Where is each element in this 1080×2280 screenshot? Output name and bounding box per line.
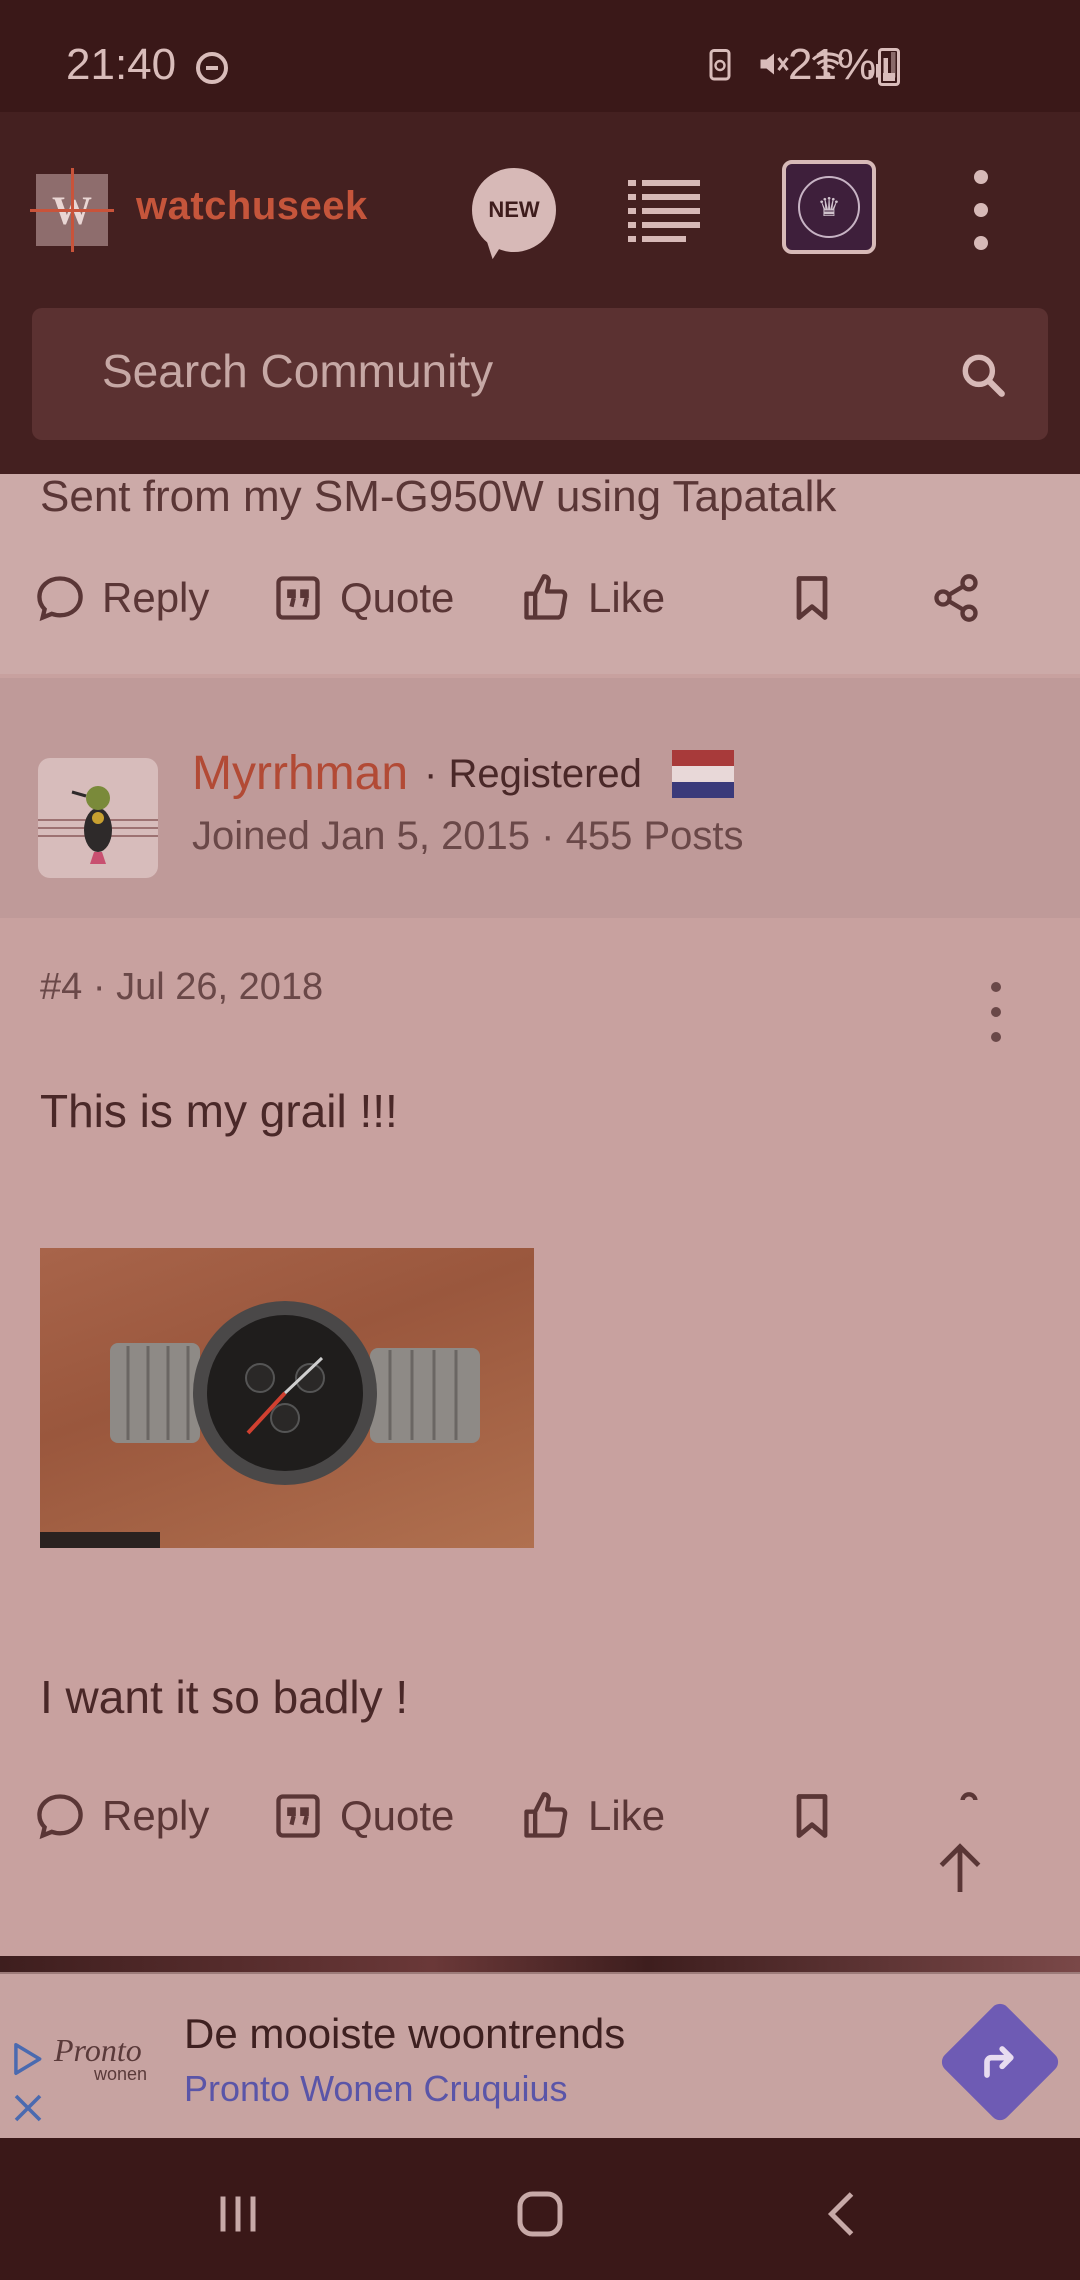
ad-brand-sub: wonen (94, 2064, 148, 2084)
post-actions: Reply Quote Like (0, 550, 1080, 650)
reply-button[interactable]: Reply (34, 1790, 209, 1842)
quote-label: Quote (340, 574, 455, 621)
share-icon (934, 574, 978, 622)
post-date: Jul 26, 2018 (116, 966, 324, 1008)
new-posts-button[interactable]: NEW (472, 168, 556, 252)
post-text: I want it so badly ! (40, 1671, 409, 1723)
dot (974, 236, 988, 250)
ad-choices-icon[interactable] (8, 2040, 46, 2078)
arrow-up-icon (939, 1843, 981, 1892)
lion-crest-icon: ♛ (798, 176, 860, 238)
share-button[interactable] (930, 572, 982, 624)
quote-icon (276, 576, 320, 620)
home-icon[interactable] (510, 2184, 570, 2244)
author-meta: Joined Jan 5, 2015 · 455 Posts (192, 814, 744, 858)
reply-button[interactable]: Reply (34, 572, 209, 624)
quote-label: Quote (340, 1792, 455, 1839)
battery-percent: 21% (788, 40, 877, 89)
back-icon[interactable] (814, 2184, 874, 2244)
battery-saver-icon (709, 49, 731, 81)
post-meta: #4 · Jul 26, 2018 (40, 966, 324, 1008)
like-button[interactable]: Like (520, 1790, 665, 1842)
dot (974, 170, 988, 184)
dot (991, 1032, 1001, 1042)
like-label: Like (588, 574, 666, 621)
scroll-to-top-button[interactable] (906, 1800, 1014, 1936)
ad-banner[interactable]: Pronto wonen De mooiste woontrends Pront… (0, 1972, 1080, 2138)
quote-button[interactable]: Quote (272, 572, 454, 624)
recents-icon[interactable] (208, 2184, 268, 2244)
battery-icon (878, 48, 900, 86)
post-card: #4 · Jul 26, 2018 This is my grail !!! I… (0, 918, 1080, 1890)
reply-label: Reply (102, 1792, 210, 1839)
list-icon[interactable] (628, 178, 700, 244)
logo-crosshair (71, 168, 74, 252)
reply-label: Reply (102, 574, 210, 621)
ad-cta-button[interactable] (937, 1999, 1063, 2125)
post-author-header: Myrrhman · Registered Joined Jan 5, 2015… (0, 678, 1080, 918)
directions-arrow-icon (984, 2046, 1014, 2078)
status-bar: 21:40 21% (0, 0, 1080, 112)
quote-icon (276, 1794, 320, 1838)
like-button[interactable]: Like (520, 572, 665, 624)
watch-image (40, 1301, 480, 1548)
reply-icon (37, 576, 83, 622)
user-avatar-button[interactable]: ♛ (782, 160, 876, 254)
app-header: W watchuseek NEW ♛ Search Community (0, 112, 1080, 474)
author-avatar[interactable] (38, 758, 158, 878)
bird-avatar-icon (38, 786, 158, 864)
status-time: 21:40 (66, 40, 177, 89)
ad-title[interactable]: De mooiste woontrends (184, 2010, 625, 2058)
close-icon[interactable] (10, 2090, 46, 2126)
dot (991, 982, 1001, 992)
mute-icon (760, 53, 789, 75)
dnd-icon (196, 52, 228, 84)
author-role-label: Registered (448, 752, 642, 796)
new-label: NEW (488, 197, 540, 222)
site-name[interactable]: watchuseek (136, 184, 368, 229)
netherlands-flag-icon (672, 750, 734, 798)
thumbs-up-icon (524, 574, 568, 620)
post-number[interactable]: #4 (40, 966, 82, 1008)
quote-button[interactable]: Quote (272, 1790, 454, 1842)
post-signature: Sent from my SM-G950W using Tapatalk (40, 472, 837, 521)
post-menu-button[interactable] (986, 982, 1006, 1042)
bookmark-button[interactable] (786, 1790, 838, 1842)
search-input[interactable]: Search Community (102, 344, 493, 398)
reply-icon (37, 1794, 83, 1840)
author-name[interactable]: Myrrhman (192, 746, 408, 801)
dot (991, 1007, 1001, 1017)
content-divider (0, 1956, 1080, 1972)
bookmark-button[interactable] (786, 572, 838, 624)
system-nav-bar (0, 2138, 1080, 2280)
dot (974, 203, 988, 217)
post-text: This is my grail !!! (40, 1085, 398, 1137)
more-menu-button[interactable] (966, 170, 996, 250)
author-role: · Registered (424, 752, 642, 796)
search-bar[interactable]: Search Community (32, 308, 1048, 440)
like-label: Like (588, 1792, 666, 1839)
thumbs-up-icon (524, 1792, 568, 1838)
search-icon[interactable] (958, 350, 1008, 400)
ad-subtitle[interactable]: Pronto Wonen Cruquius (184, 2068, 568, 2110)
previous-post-card: Sent from my SM-G950W using Tapatalk Rep… (0, 472, 1080, 674)
post-image[interactable] (40, 1248, 534, 1548)
bookmark-icon (796, 576, 828, 620)
bookmark-icon (796, 1794, 828, 1838)
